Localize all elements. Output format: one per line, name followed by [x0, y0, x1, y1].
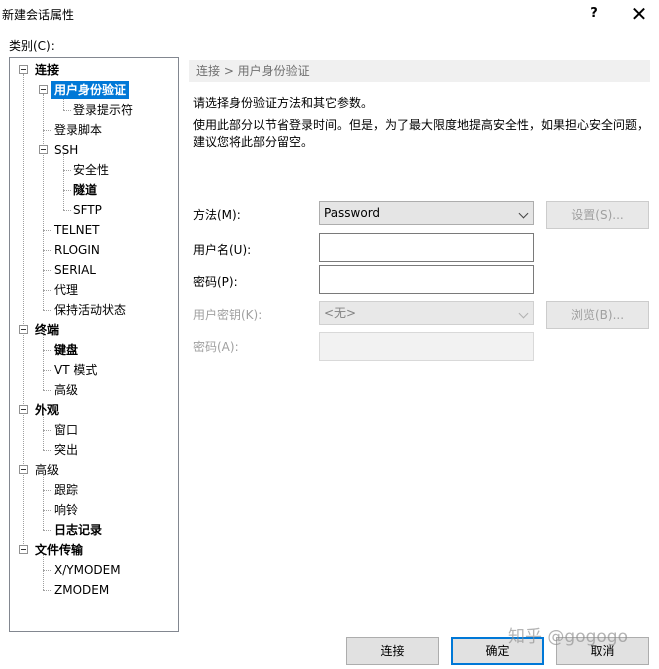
tree-item-trace[interactable]: 跟踪: [54, 481, 78, 499]
tree-item-tunnel[interactable]: 隧道: [73, 181, 97, 199]
tree-line: [43, 530, 51, 531]
tree-line: [63, 190, 71, 191]
password-field[interactable]: [319, 265, 534, 294]
window-title: 新建会话属性: [2, 8, 75, 22]
category-label: 类别(C):: [9, 39, 55, 53]
tree-item-window[interactable]: 窗口: [54, 421, 78, 439]
password-label: 密码(P):: [193, 275, 238, 289]
tree-line: [63, 154, 64, 210]
tree-line: [43, 290, 51, 291]
tree-line: [43, 510, 51, 511]
close-icon[interactable]: ✕: [619, 0, 659, 28]
watermark: 知乎 @gogogo: [508, 627, 628, 647]
collapse-icon[interactable]: [39, 145, 48, 154]
collapse-icon[interactable]: [19, 65, 28, 74]
username-field[interactable]: [319, 233, 534, 262]
tree-line: [43, 130, 51, 131]
tree-line: [23, 74, 24, 548]
tree-item-vt-mode[interactable]: VT 模式: [54, 361, 97, 379]
breadcrumb: 连接 > 用户身份验证: [189, 60, 650, 82]
tree-item-login-script[interactable]: 登录脚本: [54, 121, 102, 139]
method-select[interactable]: Password: [319, 201, 534, 225]
tree-line: [43, 450, 51, 451]
tree-item-highlight[interactable]: 突出: [54, 441, 78, 459]
description-line-1: 请选择身份验证方法和其它参数。: [193, 96, 374, 110]
tree-line: [43, 390, 51, 391]
tree-line: [43, 590, 51, 591]
userkey-select-value: <无>: [324, 306, 357, 320]
browse-button[interactable]: 浏览(B)...: [546, 301, 649, 329]
tree-item-connection[interactable]: 连接: [35, 61, 59, 79]
tree-line: [43, 230, 51, 231]
userkey-select[interactable]: <无>: [319, 301, 534, 325]
passphrase-label: 密码(A):: [193, 340, 239, 354]
tree-item-ssh[interactable]: SSH: [54, 141, 78, 159]
tree-line: [43, 430, 51, 431]
tree-item-user-auth[interactable]: 用户身份验证: [51, 81, 130, 99]
collapse-icon[interactable]: [19, 465, 28, 474]
tree-line: [43, 310, 51, 311]
tree-line: [43, 490, 51, 491]
chevron-down-icon: [518, 308, 529, 319]
tree-line: [43, 250, 51, 251]
method-label: 方法(M):: [193, 208, 241, 222]
tree-item-serial[interactable]: SERIAL: [54, 261, 96, 279]
collapse-icon[interactable]: [19, 545, 28, 554]
collapse-icon[interactable]: [19, 405, 28, 414]
description-line-3: 建议您将此部分留空。: [193, 135, 314, 149]
tree-item-appearance[interactable]: 外观: [35, 401, 59, 419]
tree-line: [43, 414, 44, 450]
tree-line: [43, 570, 51, 571]
tree-line: [43, 554, 44, 590]
settings-button[interactable]: 设置(S)...: [546, 201, 649, 229]
tree-line: [43, 370, 51, 371]
tree-item-zmodem[interactable]: ZMODEM: [54, 581, 109, 599]
method-select-value: Password: [324, 206, 381, 220]
tree-item-login-prompt[interactable]: 登录提示符: [73, 101, 133, 119]
tree-line: [63, 210, 71, 211]
tree-item-terminal[interactable]: 终端: [35, 321, 59, 339]
help-button[interactable]: ?: [574, 0, 614, 28]
connect-button[interactable]: 连接: [346, 637, 439, 665]
description-line-2: 使用此部分以节省登录时间。但是，为了最大限度地提高安全性，如果担心安全问题，: [193, 118, 650, 132]
tree-item-advanced[interactable]: 高级: [35, 461, 59, 479]
tree-item-telnet[interactable]: TELNET: [54, 221, 100, 239]
tree-item-keepalive[interactable]: 保持活动状态: [54, 301, 126, 319]
username-label: 用户名(U):: [193, 243, 252, 257]
tree-item-security[interactable]: 安全性: [73, 161, 109, 179]
tree-item-xymodem[interactable]: X/YMODEM: [54, 561, 121, 579]
tree-item-keyboard[interactable]: 键盘: [54, 341, 78, 359]
tree-item-bell[interactable]: 响铃: [54, 501, 78, 519]
collapse-icon[interactable]: [19, 325, 28, 334]
tree-line: [43, 270, 51, 271]
chevron-down-icon: [518, 208, 529, 219]
tree-item-terminal-advanced[interactable]: 高级: [54, 381, 78, 399]
title-bar: 新建会话属性 ? ✕: [0, 0, 659, 28]
category-tree[interactable]: 连接 用户身份验证 登录提示符 登录脚本 SSH 安全性 隧道 SFTP TEL…: [9, 57, 179, 632]
tree-item-logging[interactable]: 日志记录: [54, 521, 102, 539]
tree-item-rlogin[interactable]: RLOGIN: [54, 241, 100, 259]
tree-item-sftp[interactable]: SFTP: [73, 201, 102, 219]
tree-line: [43, 334, 44, 390]
tree-item-file-transfer[interactable]: 文件传输: [35, 541, 83, 559]
tree-line: [43, 350, 51, 351]
collapse-icon[interactable]: [39, 85, 48, 94]
userkey-label: 用户密钥(K):: [193, 308, 263, 322]
tree-line: [43, 94, 44, 310]
tree-line: [43, 474, 44, 530]
tree-line: [63, 110, 71, 111]
tree-line: [63, 170, 71, 171]
passphrase-field[interactable]: [319, 332, 534, 361]
tree-item-proxy[interactable]: 代理: [54, 281, 78, 299]
